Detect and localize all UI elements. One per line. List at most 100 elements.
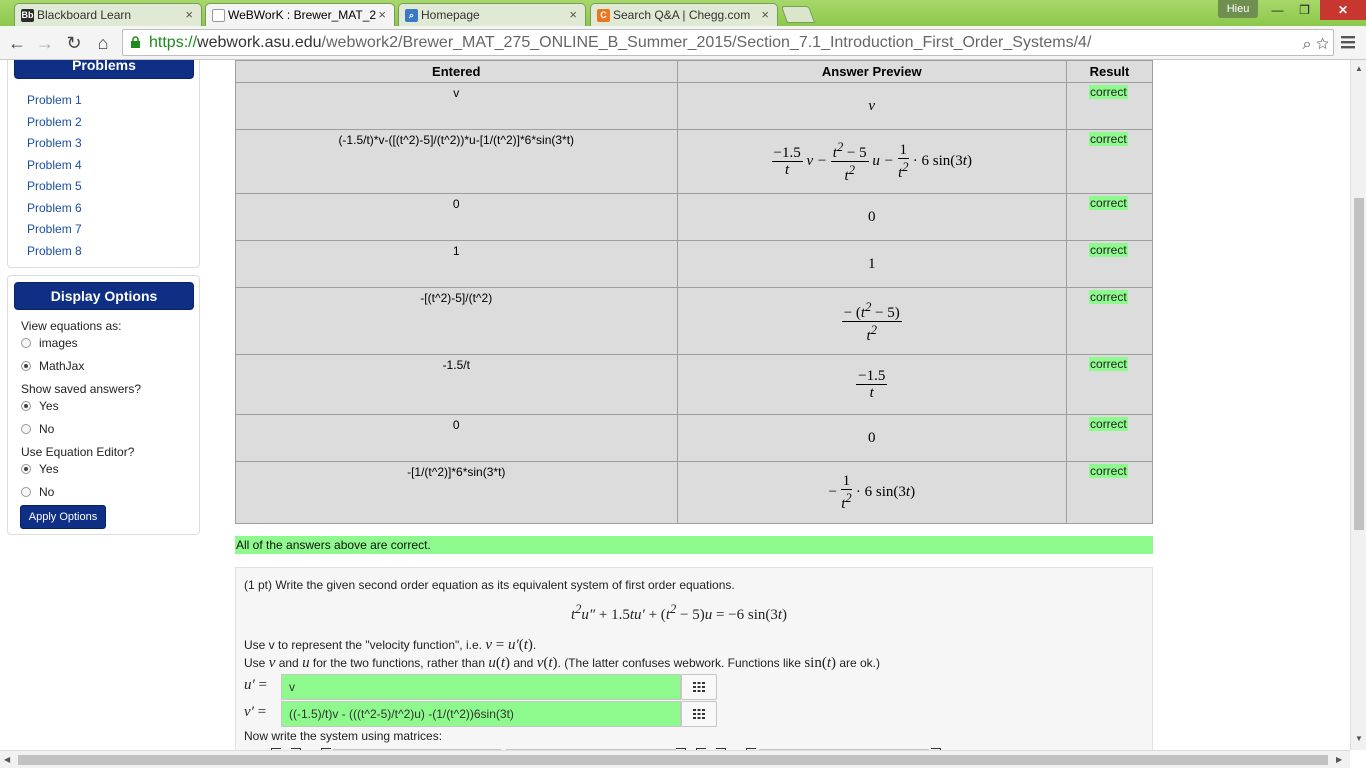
status-badge: correct — [1089, 132, 1128, 146]
velocity-text: Use v to represent the "velocity functio… — [244, 638, 486, 652]
view-images-label: images — [39, 336, 78, 350]
problem-link-4[interactable]: Problem 4 — [27, 155, 82, 177]
horizontal-scroll-thumb[interactable] — [18, 755, 1328, 765]
vertical-scrollbar[interactable]: ▲ ▼ — [1350, 60, 1366, 750]
results-header-row: Entered Answer Preview Result — [235, 60, 1153, 83]
v-prime-label: v′ = — [244, 704, 267, 720]
entered-cell: -[(t^2)-5]/(t^2) — [235, 287, 678, 355]
equation-editor-button[interactable] — [681, 701, 717, 727]
functions-text-a: Use — [244, 656, 269, 670]
forward-icon[interactable]: → — [34, 32, 56, 54]
functions-text-c: for the two functions, rather than — [309, 656, 489, 670]
tab-blackboard[interactable]: Bb Blackboard Learn × — [14, 3, 202, 26]
equation-editor-button[interactable] — [681, 674, 717, 700]
functions-text-e: . (The latter confuses webwork. Function… — [557, 656, 805, 670]
horizontal-scrollbar[interactable]: ◀ ▶ — [0, 750, 1350, 768]
result-cell: correct — [1066, 129, 1153, 194]
functions-text-b: and — [275, 656, 303, 670]
search-icon[interactable]: ⌕ — [1303, 36, 1312, 53]
column-header-entered: Entered — [235, 60, 678, 83]
problems-panel: Problems Problem 1 Problem 2 Problem 3 P… — [7, 60, 200, 268]
tab-chegg[interactable]: C Search Q&A | Chegg.com × — [590, 3, 778, 26]
answer-u-prime-input[interactable]: v — [281, 674, 681, 700]
url-host: webwork.asu.edu — [197, 34, 322, 51]
url-path: /webwork2/Brewer_MAT_275_ONLINE_B_Summer… — [321, 34, 1092, 51]
editor-yes-label: Yes — [39, 462, 59, 476]
problem-link-5[interactable]: Problem 5 — [27, 176, 82, 198]
home-icon[interactable]: ⌂ — [92, 32, 114, 54]
entered-cell: v — [235, 82, 678, 130]
close-tab-icon[interactable]: × — [569, 7, 577, 22]
radio-editor-yes[interactable] — [21, 464, 31, 474]
address-bar[interactable]: https://webwork.asu.edu/webwork2/Brewer_… — [122, 29, 1334, 56]
scroll-right-icon[interactable]: ▶ — [1336, 755, 1342, 764]
status-badge: correct — [1089, 243, 1128, 257]
problem-body: (1 pt) Write the given second order equa… — [235, 567, 1153, 750]
problem-link-7[interactable]: Problem 7 — [27, 219, 82, 241]
problem-link-2[interactable]: Problem 2 — [27, 112, 82, 134]
problem-link-3[interactable]: Problem 3 — [27, 133, 82, 155]
vertical-scroll-thumb[interactable] — [1354, 198, 1364, 530]
result-cell: correct — [1066, 287, 1153, 355]
preview-math: 0 — [868, 429, 876, 446]
chegg-icon: C — [597, 9, 610, 22]
back-icon[interactable]: ← — [6, 32, 28, 54]
close-tab-icon[interactable]: × — [378, 7, 386, 22]
entered-cell: 1 — [235, 240, 678, 288]
functions-instruction: Use v and u for the two functions, rathe… — [244, 655, 881, 671]
result-cell: correct — [1066, 193, 1153, 241]
preview-math: −1.5 t — [856, 368, 888, 401]
radio-editor-no[interactable] — [21, 487, 31, 497]
preview-cell: −1.5 t — [676, 354, 1068, 415]
apply-options-button[interactable]: Apply Options — [20, 505, 106, 529]
preview-cell: −1.5 t v − t2 − 5 t2 u − 1 t2 · 6 sin(3t) — [676, 129, 1068, 194]
saved-no-label: No — [39, 422, 55, 436]
grid-icon — [693, 682, 705, 692]
page-icon — [212, 9, 225, 22]
tab-label: Search Q&A | Chegg.com — [613, 8, 751, 22]
functions-text-d: and — [510, 656, 537, 670]
radio-view-images[interactable] — [21, 338, 31, 348]
results-summary: All of the answers above are correct. — [235, 536, 1153, 554]
tab-homepage[interactable]: ⌕ Homepage × — [398, 3, 586, 26]
scroll-up-icon[interactable]: ▲ — [1355, 64, 1363, 73]
maximize-icon[interactable]: ❐ — [1291, 0, 1318, 20]
user-profile-badge[interactable]: Hieu — [1218, 0, 1258, 18]
table-row: 1 1 correct — [235, 240, 1153, 288]
scroll-down-icon[interactable]: ▼ — [1355, 734, 1363, 743]
menu-icon[interactable] — [1340, 34, 1356, 50]
close-tab-icon[interactable]: × — [185, 7, 193, 22]
saved-yes-label: Yes — [39, 399, 59, 413]
display-options-panel: Display Options View equations as: image… — [7, 275, 200, 535]
close-window-icon[interactable]: ✕ — [1320, 0, 1366, 20]
show-saved-label: Show saved answers? — [21, 382, 142, 396]
column-header-result: Result — [1066, 60, 1153, 83]
use-editor-label: Use Equation Editor? — [21, 445, 135, 459]
preview-math: −1.5 t v − t2 − 5 t2 u − 1 t2 · 6 sin(3t) — [771, 140, 972, 184]
radio-saved-yes[interactable] — [21, 401, 31, 411]
scroll-left-icon[interactable]: ◀ — [4, 755, 10, 764]
bookmark-star-icon[interactable]: ☆ — [1316, 36, 1329, 53]
preview-cell: − (t2 − 5) t2 — [676, 287, 1068, 355]
close-tab-icon[interactable]: × — [761, 7, 769, 22]
status-badge: correct — [1089, 85, 1128, 99]
reload-icon[interactable]: ↻ — [63, 32, 85, 54]
radio-saved-no[interactable] — [21, 424, 31, 434]
table-row: 0 0 correct — [235, 414, 1153, 462]
minimize-icon[interactable]: — — [1264, 0, 1291, 20]
blackboard-icon: Bb — [21, 9, 34, 22]
radio-view-mathjax[interactable] — [21, 361, 31, 371]
page-viewport: Problems Problem 1 Problem 2 Problem 3 P… — [0, 60, 1350, 750]
problem-list: Problem 1 Problem 2 Problem 3 Problem 4 … — [27, 90, 82, 262]
problem-link-6[interactable]: Problem 6 — [27, 198, 82, 220]
view-mathjax-label: MathJax — [39, 359, 85, 373]
new-tab-button[interactable] — [780, 6, 816, 23]
tab-label: Homepage — [421, 8, 480, 22]
answer-v-prime-input[interactable]: ((-1.5)/t)v - (((t^2-5)/t^2)u) -(1/(t^2)… — [281, 701, 681, 727]
tab-webwork[interactable]: WeBWorK : Brewer_MAT_2 × — [205, 3, 395, 26]
problem-link-8[interactable]: Problem 8 — [27, 241, 82, 263]
functions-text-f: are ok.) — [836, 656, 881, 670]
tab-label: Blackboard Learn — [37, 8, 132, 22]
browser-toolbar: ← → ↻ ⌂ https://webwork.asu.edu/webwork2… — [0, 26, 1366, 60]
problem-link-1[interactable]: Problem 1 — [27, 90, 82, 112]
